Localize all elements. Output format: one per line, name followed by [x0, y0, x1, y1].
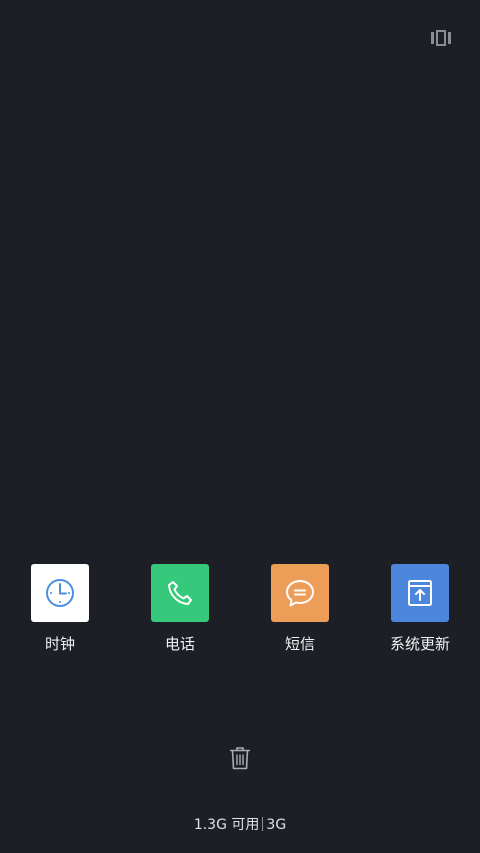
system-update-icon — [408, 580, 432, 606]
clear-all-button[interactable] — [224, 742, 256, 774]
trash-icon — [230, 747, 250, 770]
clock-icon — [46, 579, 74, 607]
multi-window-icon — [431, 30, 451, 46]
message-icon — [286, 580, 314, 607]
app-label-system-update: 系统更新 — [389, 635, 450, 653]
app-messages-icon-tile — [271, 564, 329, 622]
memory-total: 3G — [266, 817, 287, 833]
memory-available: 1.3G 可用 — [193, 817, 260, 833]
app-clock-icon-tile — [31, 564, 89, 622]
app-phone[interactable]: 电话 — [135, 564, 225, 654]
app-clock[interactable]: 时钟 — [15, 564, 105, 654]
memory-divider — [262, 817, 264, 831]
multi-window-button[interactable] — [428, 28, 454, 48]
app-phone-icon-tile — [151, 564, 209, 622]
app-label-messages: 短信 — [284, 635, 315, 653]
app-label-phone: 电话 — [164, 635, 195, 653]
phone-icon — [168, 581, 192, 605]
memory-status: 1.3G 可用 3G — [0, 815, 480, 835]
app-messages[interactable]: 短信 — [255, 564, 345, 654]
app-label-clock: 时钟 — [44, 635, 75, 653]
app-system-update-icon-tile — [391, 564, 449, 622]
app-system-update[interactable]: 系统更新 — [375, 564, 465, 654]
